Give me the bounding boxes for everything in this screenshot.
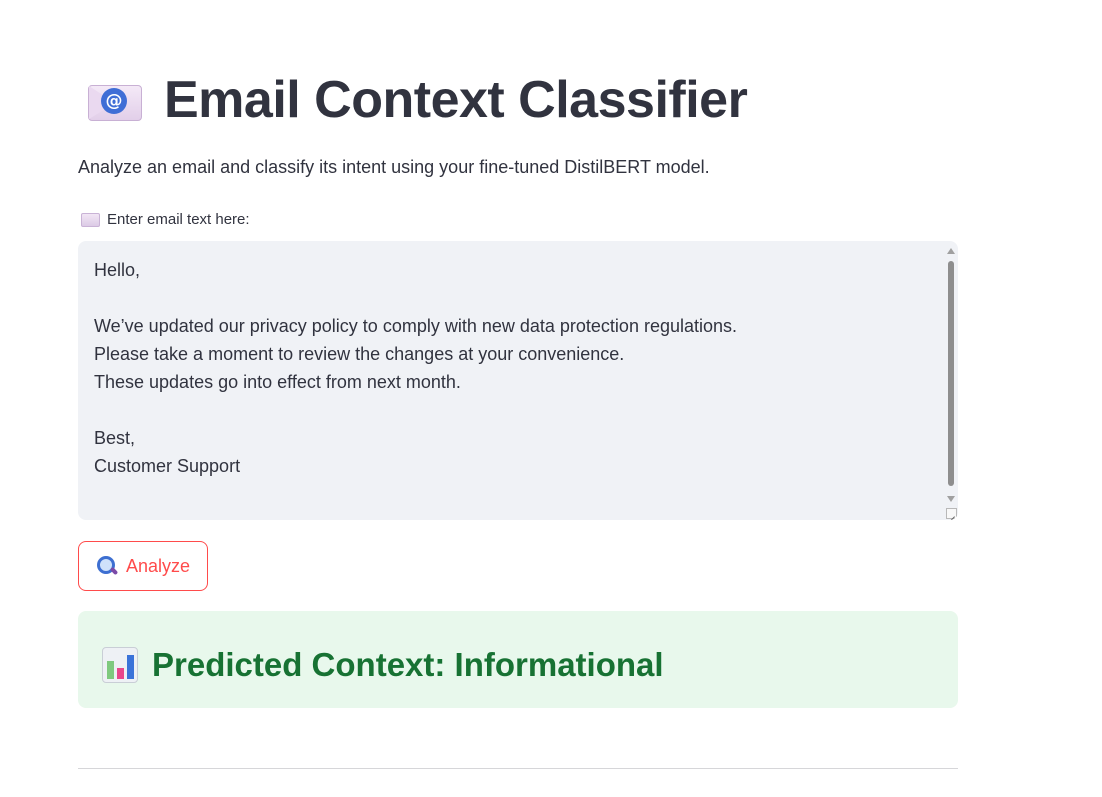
scrollbar-thumb[interactable] — [948, 261, 954, 486]
bar-chart-icon — [102, 647, 138, 683]
textarea-scrollbar[interactable] — [947, 246, 955, 504]
scroll-up-arrow-icon[interactable] — [947, 248, 955, 254]
predicted-context-text: Predicted Context: Informational — [152, 646, 664, 683]
prediction-result-box: Predicted Context: Informational — [78, 611, 958, 708]
page-title: Email Context Classifier — [164, 71, 748, 129]
email-input-label-text: Enter email text here: — [107, 211, 250, 228]
analyze-button-label: Analyze — [126, 555, 191, 576]
email-text-area[interactable]: Hello, We’ve updated our privacy policy … — [78, 241, 958, 520]
prediction-result: Predicted Context: Informational — [102, 646, 664, 684]
magnifier-icon — [96, 555, 119, 577]
envelope-with-at-icon: @ — [86, 79, 142, 121]
page-header: @ Email Context Classifier — [86, 68, 748, 132]
scroll-down-arrow-icon[interactable] — [947, 496, 955, 502]
analyze-button[interactable]: Analyze — [78, 541, 209, 591]
resize-handle-icon[interactable] — [946, 508, 957, 519]
app-page: @ Email Context Classifier Analyze an em… — [0, 0, 1102, 797]
email-input-label: Enter email text here: — [81, 211, 250, 228]
email-text-value[interactable]: Hello, We’ve updated our privacy policy … — [94, 256, 934, 480]
divider — [78, 768, 958, 769]
page-description: Analyze an email and classify its intent… — [78, 157, 710, 177]
envelope-icon — [81, 212, 100, 227]
